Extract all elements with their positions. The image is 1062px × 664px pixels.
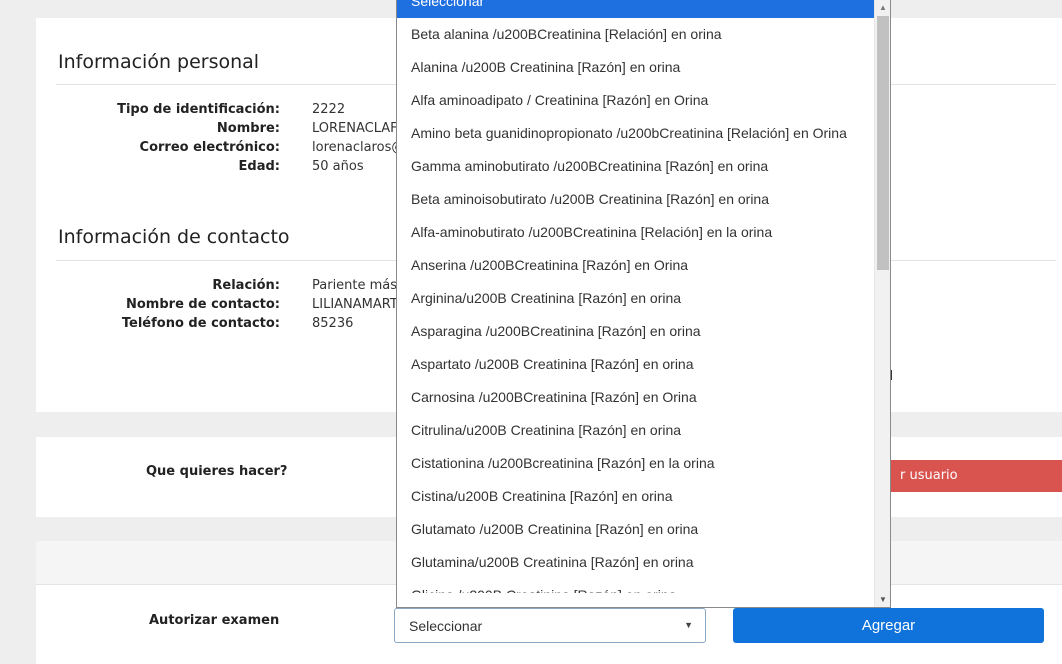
scrollbar-thumb[interactable]: [877, 16, 889, 270]
dropdown-option[interactable]: Cistationina /u200Bcreatinina [Razón] en…: [397, 447, 876, 480]
user-action-button[interactable]: r usuario: [861, 460, 1062, 492]
contact-name-value: LILIANAMART: [312, 297, 398, 312]
dropdown-option[interactable]: Asparagina /u200BCreatinina [Razón] en o…: [397, 315, 876, 348]
dropdown-option[interactable]: Alanina /u200B Creatinina [Razón] en ori…: [397, 51, 876, 84]
dropdown-option[interactable]: Carnosina /u200BCreatinina [Razón] en Or…: [397, 381, 876, 414]
contact-name-label: Nombre de contacto:: [126, 297, 280, 312]
age-value: 50 años: [312, 159, 364, 174]
dropdown-option[interactable]: Glutamato /u200B Creatinina [Razón] en o…: [397, 513, 876, 546]
dropdown-option[interactable]: Citrulina/u200B Creatinina [Razón] en or…: [397, 414, 876, 447]
email-label: Correo electrónico:: [139, 140, 280, 155]
relation-value: Pariente más: [312, 278, 398, 293]
scroll-down-arrow-icon[interactable]: ▼: [875, 592, 890, 607]
age-label: Edad:: [238, 159, 280, 174]
authorize-exam-label: Autorizar examen: [149, 613, 280, 628]
dropdown-option[interactable]: Arginina/u200B Creatinina [Razón] en ori…: [397, 282, 876, 315]
exam-select[interactable]: Seleccionar ▼: [394, 608, 706, 643]
dropdown-option[interactable]: Gamma aminobutirato /u200BCreatinina [Ra…: [397, 150, 876, 183]
dropdown-option[interactable]: Aspartato /u200B Creatinina [Razón] en o…: [397, 348, 876, 381]
dropdown-option[interactable]: Beta alanina /u200BCreatinina [Relación]…: [397, 18, 876, 51]
actions-label: Que quieres hacer?: [146, 464, 288, 479]
exam-select-value: Seleccionar: [409, 618, 483, 634]
email-value: lorenaclaros@: [312, 140, 405, 155]
dropdown-option[interactable]: Glicina /u200B Creatinina [Razón] en ori…: [397, 579, 876, 593]
name-label: Nombre:: [216, 121, 280, 136]
dropdown-options: Seleccionar Beta alanina /u200BCreatinin…: [397, 0, 876, 593]
id-type-value: 2222: [312, 102, 346, 117]
exam-dropdown-list[interactable]: Seleccionar Beta alanina /u200BCreatinin…: [396, 0, 891, 608]
dropdown-option[interactable]: Beta aminoisobutirato /u200B Creatinina …: [397, 183, 876, 216]
dropdown-option-selected[interactable]: Seleccionar: [397, 0, 876, 18]
dropdown-scrollbar[interactable]: ▲ ▼: [874, 0, 890, 607]
personal-info-title: Información personal: [58, 51, 260, 73]
contact-phone-label: Teléfono de contacto:: [121, 316, 280, 331]
dropdown-option[interactable]: Anserina /u200BCreatinina [Razón] en Ori…: [397, 249, 876, 282]
dropdown-option[interactable]: Alfa aminoadipato / Creatinina [Razón] e…: [397, 84, 876, 117]
chevron-down-icon: ▼: [684, 620, 693, 630]
scroll-up-arrow-icon[interactable]: ▲: [875, 0, 890, 16]
id-type-label: Tipo de identificación:: [117, 102, 280, 117]
dropdown-option[interactable]: Cistina/u200B Creatinina [Razón] en orin…: [397, 480, 876, 513]
dropdown-option[interactable]: Glutamina/u200B Creatinina [Razón] en or…: [397, 546, 876, 579]
dropdown-option[interactable]: Alfa-aminobutirato /u200BCreatinina [Rel…: [397, 216, 876, 249]
dropdown-option[interactable]: Amino beta guanidinopropionato /u200bCre…: [397, 117, 876, 150]
add-button[interactable]: Agregar: [733, 608, 1044, 643]
contact-info-title: Información de contacto: [58, 226, 290, 248]
contact-phone-value: 85236: [312, 316, 354, 331]
relation-label: Relación:: [212, 278, 280, 293]
name-value: LORENACLAF: [312, 121, 398, 136]
